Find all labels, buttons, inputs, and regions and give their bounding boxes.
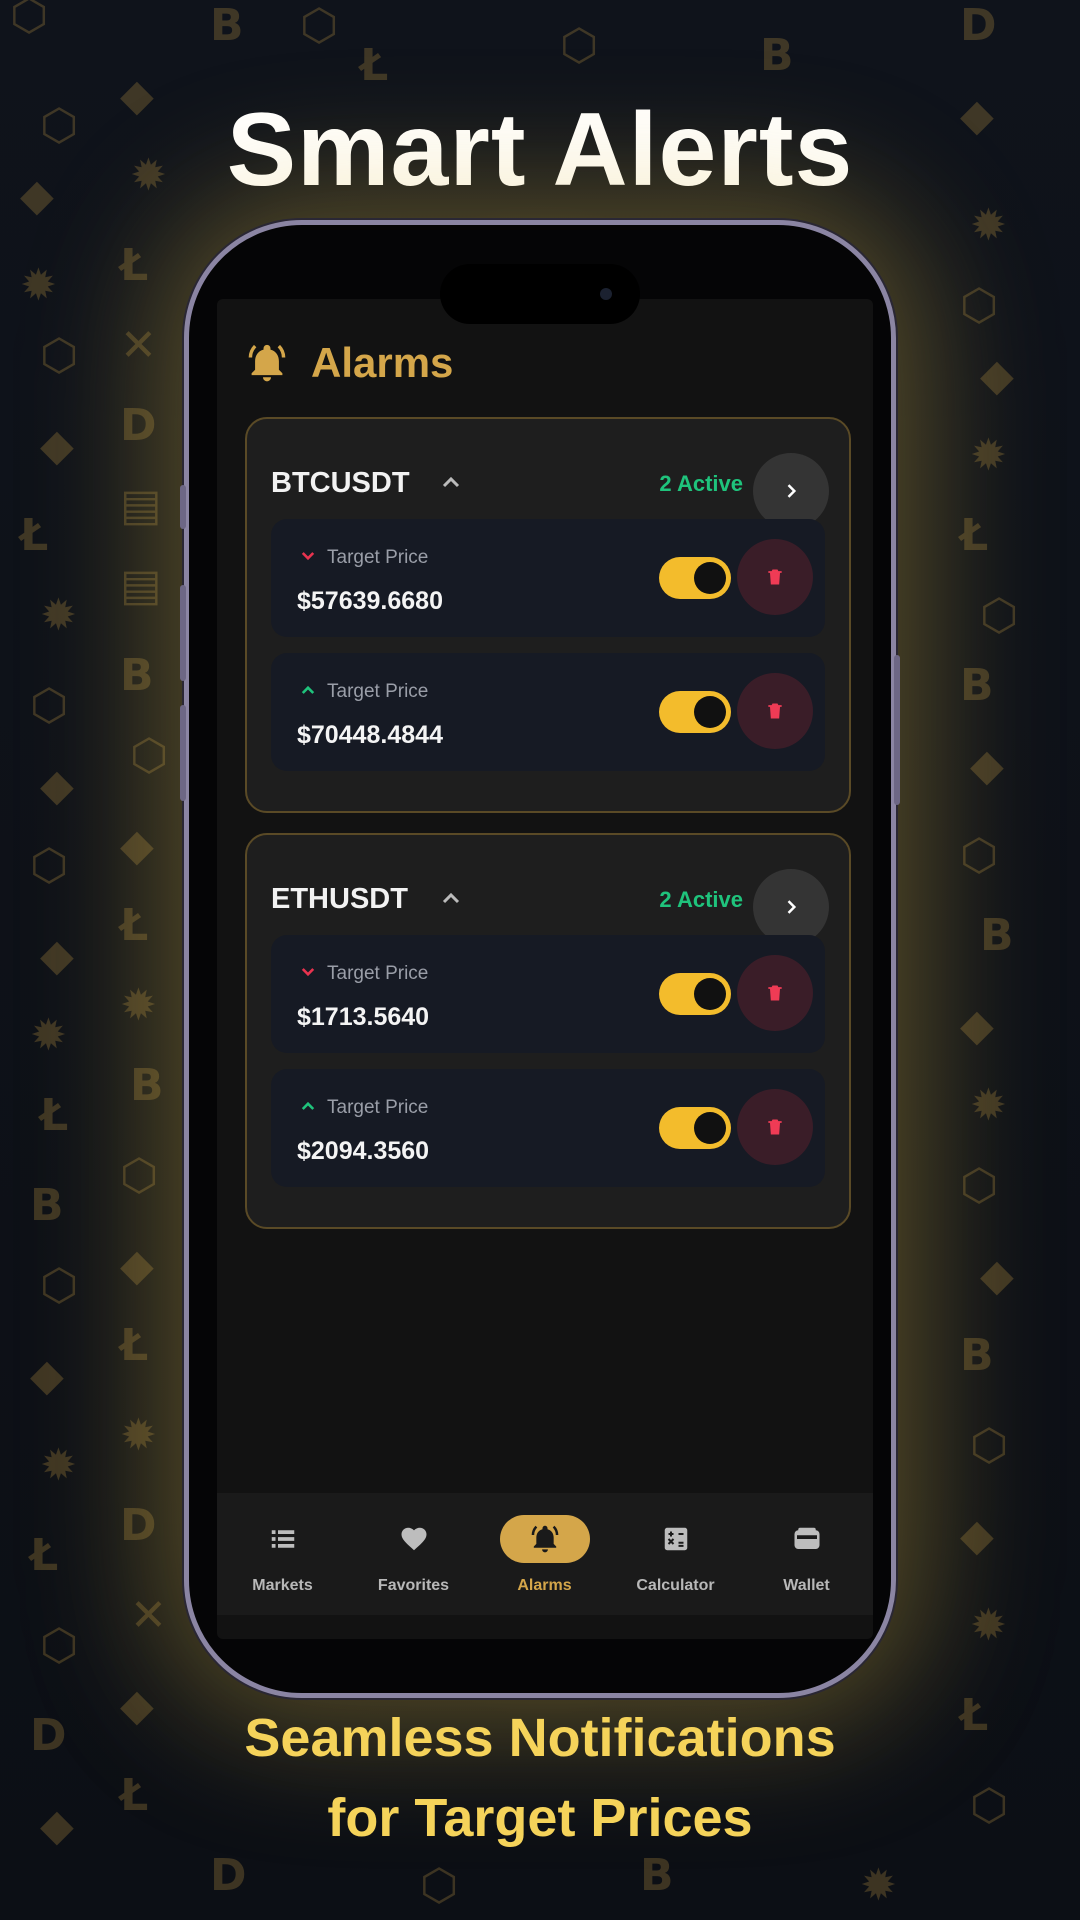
nav-label: Alarms xyxy=(517,1577,572,1594)
nav-favorites[interactable]: Favorites xyxy=(348,1493,479,1615)
nav-alarms[interactable]: Alarms xyxy=(479,1493,610,1615)
active-count-badge: 2 Active xyxy=(659,471,743,496)
phone-volume-down xyxy=(180,705,186,801)
chevron-right-icon xyxy=(787,900,797,914)
chevron-up-icon[interactable] xyxy=(439,887,463,911)
alarm-group-header[interactable]: BTCUSDT 2 Active xyxy=(271,453,839,529)
toggle-knob xyxy=(694,562,726,594)
trash-icon xyxy=(768,1119,782,1135)
promo-tagline: Seamless Notifications for Target Prices xyxy=(0,1698,1080,1858)
alarm-item: Target Price $70448.4844 xyxy=(271,653,825,771)
nav-label: Calculator xyxy=(636,1577,715,1594)
toggle-knob xyxy=(694,1112,726,1144)
open-pair-button[interactable] xyxy=(753,869,829,945)
arrow-up-icon xyxy=(301,685,315,694)
nav-label: Favorites xyxy=(377,1577,450,1594)
phone-frame: Alarms BTCUSDT 2 Active Target Price $57… xyxy=(180,220,900,1698)
alarm-group-ethusdt: ETHUSDT 2 Active Target Price $1713.5640… xyxy=(245,833,851,1229)
nav-icon-wrap xyxy=(369,1515,459,1563)
bell-icon xyxy=(531,1525,558,1553)
alarm-toggle[interactable] xyxy=(659,557,731,599)
alarm-group-btcusdt: BTCUSDT 2 Active Target Price $57639.668… xyxy=(245,417,851,813)
nav-icon-wrap xyxy=(762,1515,852,1563)
target-price: $2094.3560 xyxy=(297,1137,430,1165)
tagline-line-2: for Target Prices xyxy=(327,1788,753,1848)
alarm-group-header[interactable]: ETHUSDT 2 Active xyxy=(271,869,839,945)
pair-symbol: ETHUSDT xyxy=(271,883,408,915)
promo-headline: Smart Alerts xyxy=(226,92,854,208)
tagline-line-1: Seamless Notifications xyxy=(244,1708,836,1768)
chevron-up-icon[interactable] xyxy=(439,471,463,495)
alarm-label: Target Price xyxy=(327,1097,429,1118)
target-price: $1713.5640 xyxy=(297,1003,430,1031)
arrow-down-icon xyxy=(301,552,315,561)
nav-markets[interactable]: Markets xyxy=(217,1493,348,1615)
target-price: $57639.6680 xyxy=(297,587,443,615)
alarm-label: Target Price xyxy=(327,963,429,984)
alarm-item: Target Price $1713.5640 xyxy=(271,935,825,1053)
active-count-badge: 2 Active xyxy=(659,887,743,912)
pair-symbol: BTCUSDT xyxy=(271,467,410,499)
toggle-knob xyxy=(694,978,726,1010)
alarm-toggle[interactable] xyxy=(659,691,731,733)
app-header: Alarms xyxy=(245,339,453,387)
delete-alarm-button[interactable] xyxy=(737,1089,813,1165)
trash-icon xyxy=(768,569,782,585)
alarm-toggle[interactable] xyxy=(659,1107,731,1149)
nav-wallet[interactable]: Wallet xyxy=(741,1493,872,1615)
open-pair-button[interactable] xyxy=(753,453,829,529)
phone-silent-switch xyxy=(180,485,186,529)
front-camera xyxy=(600,288,612,300)
delete-alarm-button[interactable] xyxy=(737,955,813,1031)
alarm-item: Target Price $2094.3560 xyxy=(271,1069,825,1187)
toggle-knob xyxy=(694,696,726,728)
nav-icon-wrap xyxy=(238,1515,328,1563)
wallet-icon xyxy=(794,1527,819,1549)
target-price: $70448.4844 xyxy=(297,721,443,749)
phone-volume-up xyxy=(180,585,186,681)
nav-icon-wrap xyxy=(499,1515,590,1563)
delete-alarm-button[interactable] xyxy=(737,539,813,615)
calculator-icon xyxy=(664,1527,687,1551)
alarm-toggle[interactable] xyxy=(659,973,731,1015)
nav-icon-wrap xyxy=(631,1515,721,1563)
heart-icon xyxy=(401,1527,426,1551)
app-screen: Alarms BTCUSDT 2 Active Target Price $57… xyxy=(217,299,873,1639)
trash-icon xyxy=(768,703,782,719)
arrow-up-icon xyxy=(301,1101,315,1110)
nav-label: Markets xyxy=(252,1577,313,1594)
page-title: Alarms xyxy=(311,339,454,386)
alarm-label: Target Price xyxy=(327,681,429,702)
dynamic-island xyxy=(440,264,640,324)
nav-label: Wallet xyxy=(783,1577,830,1594)
alarm-label: Target Price xyxy=(327,547,429,568)
list-icon xyxy=(271,1530,294,1548)
chevron-right-icon xyxy=(787,484,797,498)
bottom-nav: Markets Favorites Alarms Calculator Wall… xyxy=(217,1493,873,1615)
bell-icon xyxy=(248,344,286,382)
nav-calculator[interactable]: Calculator xyxy=(610,1493,741,1615)
alarm-item: Target Price $57639.6680 xyxy=(271,519,825,637)
trash-icon xyxy=(768,985,782,1001)
delete-alarm-button[interactable] xyxy=(737,673,813,749)
phone-power-button xyxy=(894,655,900,805)
arrow-down-icon xyxy=(301,968,315,977)
